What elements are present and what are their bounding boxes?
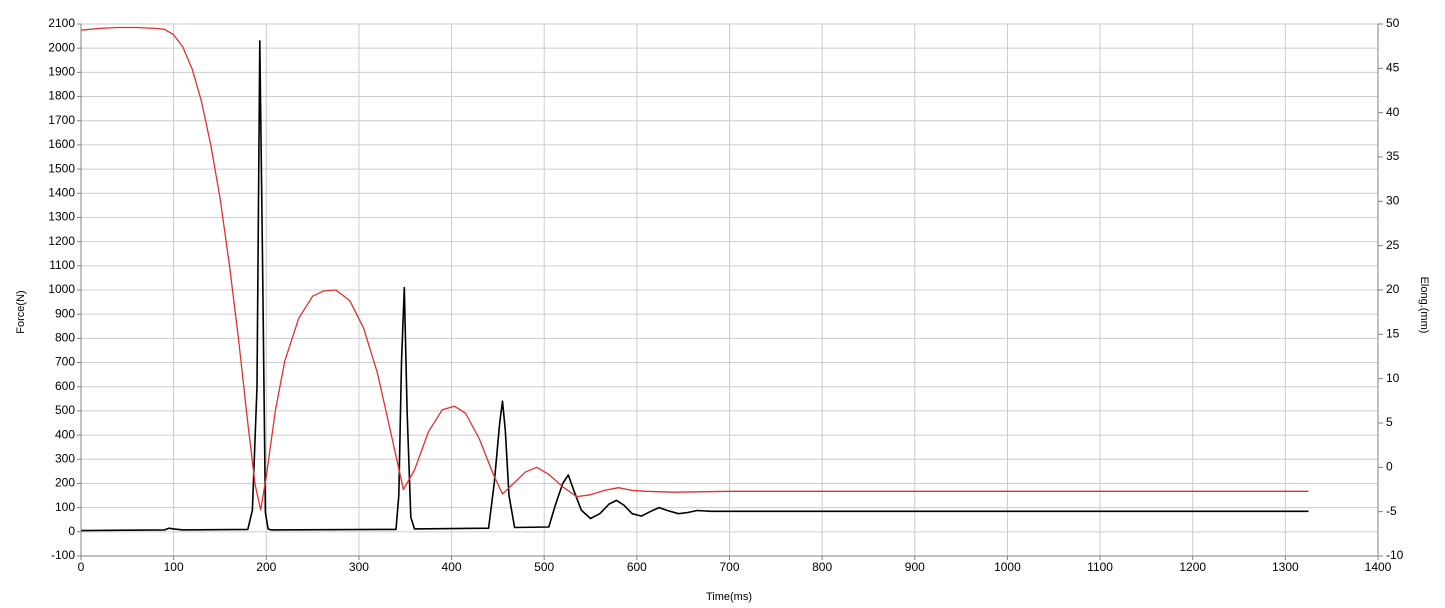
x-tick-label: 0 [78,560,85,574]
y-right-tick-label: 35 [1386,149,1400,163]
y-right-tick-label: 15 [1386,327,1400,341]
x-tick-label: 1100 [1087,560,1113,574]
grid [80,23,1379,557]
x-tick-label: 1000 [994,560,1021,574]
y-left-tick-label: 600 [55,379,75,393]
y-right-tick-label: 25 [1386,238,1400,252]
y-left-tick-label: 2000 [48,40,75,54]
y-left-tick-label: 1200 [48,234,75,248]
x-tick-label: 900 [905,560,925,574]
y-right-tick-label: -5 [1386,504,1397,518]
y-left-tick-label: -100 [51,548,75,562]
y-right-tick-label: 50 [1386,16,1400,30]
x-tick-label: 100 [164,560,184,574]
y-left-tick-label: 300 [55,451,75,465]
y-left-tick-label: 0 [68,524,75,538]
y-right-tick-label: -10 [1386,548,1404,562]
y-left-tick-label: 1900 [48,65,75,79]
x-tick-label: 400 [442,560,462,574]
series-line-force [80,40,1309,532]
y-right-tick-label: 40 [1386,105,1400,119]
y-axis-right-label: Elong.(mm) [1418,277,1430,334]
x-tick-label: 500 [534,560,554,574]
y-left-tick-label: 100 [55,500,75,514]
y-left-tick-label: 1600 [48,137,75,151]
y-left-tick-label: 1300 [48,210,75,224]
y-left-tick-label: 900 [55,306,75,320]
y-axis-left-label: Force(N) [15,290,27,333]
y-left-tick-label: 1500 [48,161,75,175]
y-left-tick-label: 200 [55,476,75,490]
y-left-tick-label: 400 [55,427,75,441]
force-elongation-chart: 0 100 200 300 400 500 600 700 800 900 1000 1100 1200… [15,16,1430,603]
y-right-tick-label: 30 [1386,194,1400,208]
y-right-tick-label: 20 [1386,282,1400,296]
x-tick-label: 800 [812,560,832,574]
y-right-tick-label: 10 [1386,371,1400,385]
y-left-tick-label: 1000 [48,282,75,296]
tick-labels: 0 100 200 300 400 500 600 700 800 900 1000 1100 1200… [48,16,1403,574]
series-layer [80,26,1309,532]
chart-container: 0 100 200 300 400 500 600 700 800 900 1000 1100 1200… [0,0,1445,608]
y-left-tick-label: 500 [55,403,75,417]
x-tick-label: 300 [349,560,369,574]
x-tick-label: 1300 [1272,560,1299,574]
x-tick-label: 700 [719,560,739,574]
y-left-tick-label: 1400 [48,185,75,199]
y-left-tick-label: 700 [55,355,75,369]
y-left-tick-label: 1800 [48,89,75,103]
y-right-tick-label: 5 [1386,415,1393,429]
y-right-tick-label: 0 [1386,460,1393,474]
x-tick-label: 600 [627,560,647,574]
y-left-tick-label: 1700 [48,113,75,127]
y-left-tick-label: 1100 [49,258,75,272]
y-right-tick-label: 45 [1386,61,1400,75]
y-left-tick-label: 2100 [48,16,75,30]
x-axis-label: Time(ms) [706,591,752,603]
x-tick-label: 200 [256,560,276,574]
x-tick-label: 1200 [1179,560,1206,574]
y-left-tick-label: 800 [55,331,75,345]
